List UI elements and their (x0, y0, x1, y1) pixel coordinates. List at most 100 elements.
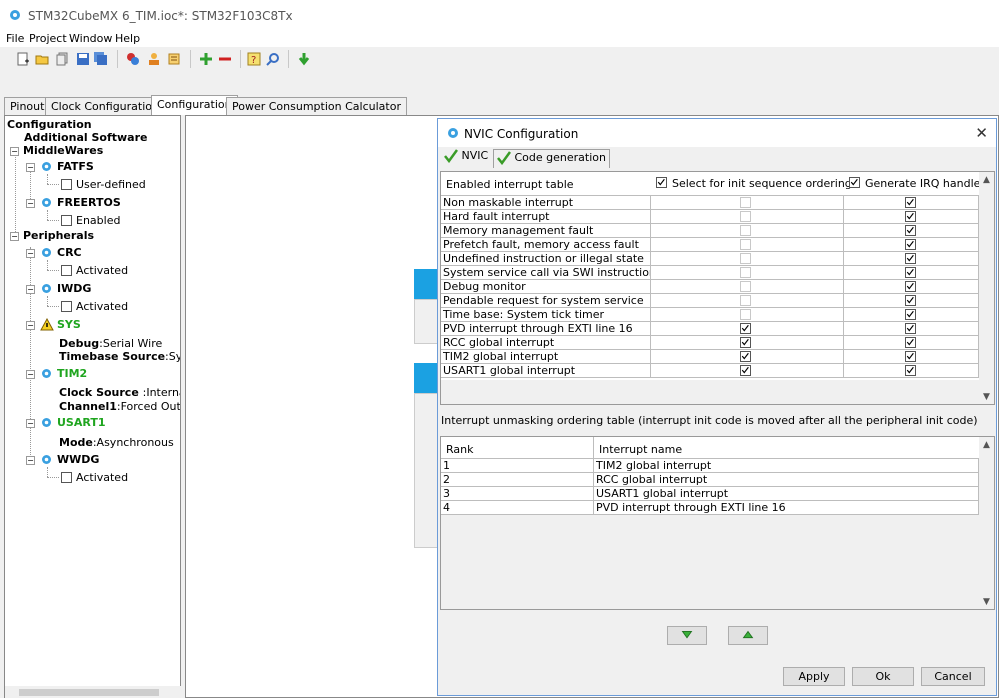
zoom-in-icon[interactable] (199, 52, 213, 66)
tree-usart1[interactable]: USART1 (57, 416, 106, 429)
save-all-icon[interactable] (94, 52, 108, 66)
generate-irq-checkbox[interactable] (905, 309, 916, 320)
collapse-icon[interactable]: − (10, 147, 19, 156)
menu-file[interactable]: File (6, 32, 24, 45)
tree-additional-software[interactable]: Additional Software (24, 131, 147, 144)
tree-horizontal-scrollbar[interactable] (5, 686, 181, 698)
init-sequence-checkbox[interactable] (740, 337, 751, 348)
table-row[interactable]: Non maskable interrupt (441, 196, 979, 210)
generate-irq-header-checkbox[interactable] (849, 177, 860, 188)
collapse-icon[interactable]: − (26, 285, 35, 294)
table-row[interactable]: Debug monitor (441, 280, 979, 294)
tree-tim2[interactable]: TIM2 (57, 367, 87, 380)
arrow-down-icon (681, 631, 693, 639)
fatfs-user-defined-label: User-defined (76, 178, 146, 191)
collapse-icon[interactable]: − (26, 419, 35, 428)
generate-irq-checkbox[interactable] (905, 295, 916, 306)
generate-irq-checkbox[interactable] (905, 323, 916, 334)
generate-irq-checkbox[interactable] (905, 211, 916, 222)
collapse-icon[interactable]: − (26, 199, 35, 208)
tab-pinout[interactable]: Pinout (4, 97, 51, 115)
generate-irq-checkbox[interactable] (905, 337, 916, 348)
tree-freertos[interactable]: FREERTOS (57, 196, 121, 209)
collapse-icon[interactable]: − (26, 321, 35, 330)
table-row[interactable]: 2 RCC global interrupt (441, 473, 979, 487)
generate-irq-checkbox[interactable] (905, 281, 916, 292)
user-icon[interactable] (147, 52, 161, 66)
crc-activated-checkbox[interactable] (61, 265, 72, 276)
table-row[interactable]: Pendable request for system service (441, 294, 979, 308)
tab-code-generation[interactable]: Code generation (493, 149, 610, 168)
collapse-icon[interactable]: − (26, 249, 35, 258)
freertos-enabled-checkbox[interactable] (61, 215, 72, 226)
help-icon[interactable]: ? (247, 52, 261, 66)
table-row[interactable]: 4 PVD interrupt through EXTI line 16 (441, 501, 979, 515)
search-help-icon[interactable] (266, 52, 280, 66)
tree-wwdg[interactable]: WWDG (57, 453, 99, 466)
collapse-icon[interactable]: − (26, 163, 35, 172)
move-up-button[interactable] (728, 626, 768, 645)
generate-irq-checkbox[interactable] (905, 351, 916, 362)
table-row[interactable]: Memory management fault (441, 224, 979, 238)
tree-fatfs[interactable]: FATFS (57, 160, 94, 173)
tab-power-consumption-calculator[interactable]: Power Consumption Calculator (226, 97, 407, 115)
tab-nvic[interactable]: NVIC (444, 149, 488, 168)
init-sequence-checkbox[interactable] (740, 351, 751, 362)
zoom-out-icon[interactable] (218, 52, 232, 66)
generate-irq-checkbox[interactable] (905, 365, 916, 376)
generate-irq-checkbox[interactable] (905, 197, 916, 208)
generate-irq-checkbox[interactable] (905, 267, 916, 278)
generate-code-icon[interactable] (126, 52, 140, 66)
enabled-table-scrollbar[interactable]: ▲ ▼ (979, 172, 994, 404)
move-down-button[interactable] (667, 626, 707, 645)
collapse-icon[interactable]: − (26, 370, 35, 379)
rank-table-scrollbar[interactable]: ▲ ▼ (979, 437, 994, 609)
table-row[interactable]: USART1 global interrupt (441, 364, 979, 378)
table-row[interactable]: System service call via SWI instruction (441, 266, 979, 280)
save-icon[interactable] (76, 52, 90, 66)
init-sequence-checkbox[interactable] (740, 365, 751, 376)
table-row[interactable]: TIM2 global interrupt (441, 350, 979, 364)
col-select-init-sequence: Select for init sequence ordering (672, 177, 852, 190)
generate-irq-checkbox[interactable] (905, 225, 916, 236)
wwdg-activated-checkbox[interactable] (61, 472, 72, 483)
init-sequence-checkbox[interactable] (740, 323, 751, 334)
generate-irq-checkbox[interactable] (905, 239, 916, 250)
menu-window[interactable]: Window (69, 32, 112, 45)
tree-iwdg[interactable]: IWDG (57, 282, 91, 295)
menu-help[interactable]: Help (115, 32, 140, 45)
table-row[interactable]: Time base: System tick timer (441, 308, 979, 322)
apply-button[interactable]: Apply (783, 667, 845, 686)
ok-button[interactable]: Ok (852, 667, 914, 686)
generate-irq-checkbox[interactable] (905, 253, 916, 264)
table-row[interactable]: PVD interrupt through EXTI line 16 (441, 322, 979, 336)
iwdg-activated-checkbox[interactable] (61, 301, 72, 312)
tree-crc[interactable]: CRC (57, 246, 82, 259)
new-project-icon[interactable] (16, 52, 30, 66)
tree-sys[interactable]: SYS (57, 318, 81, 331)
tab-configuration[interactable]: Configuration (151, 95, 238, 115)
table-row[interactable]: Undefined instruction or illegal state (441, 252, 979, 266)
cancel-button[interactable]: Cancel (921, 667, 985, 686)
select-init-sequence-header-checkbox[interactable] (656, 177, 667, 188)
init-sequence-checkbox (740, 211, 751, 222)
table-row[interactable]: Prefetch fault, memory access fault (441, 238, 979, 252)
menu-project[interactable]: Project (29, 32, 67, 45)
tab-clock-configuration[interactable]: Clock Configuration (45, 97, 165, 115)
collapse-icon[interactable]: − (26, 456, 35, 465)
tree-peripherals[interactable]: Peripherals (23, 229, 94, 242)
table-row[interactable]: Hard fault interrupt (441, 210, 979, 224)
copy-icon[interactable] (56, 52, 70, 66)
table-row[interactable]: 1 TIM2 global interrupt (441, 459, 979, 473)
table-row[interactable]: 3 USART1 global interrupt (441, 487, 979, 501)
close-icon[interactable]: ✕ (975, 124, 988, 142)
tree-root-configuration[interactable]: Configuration (7, 118, 92, 131)
collapse-icon[interactable]: − (10, 232, 19, 241)
report-icon[interactable] (167, 52, 181, 66)
open-folder-icon[interactable] (35, 52, 49, 66)
download-arrow-icon[interactable] (297, 52, 311, 66)
tree-middlewares[interactable]: MiddleWares (23, 144, 103, 157)
table-row[interactable]: RCC global interrupt (441, 336, 979, 350)
fatfs-user-defined-checkbox[interactable] (61, 179, 72, 190)
init-sequence-cell (651, 308, 844, 322)
